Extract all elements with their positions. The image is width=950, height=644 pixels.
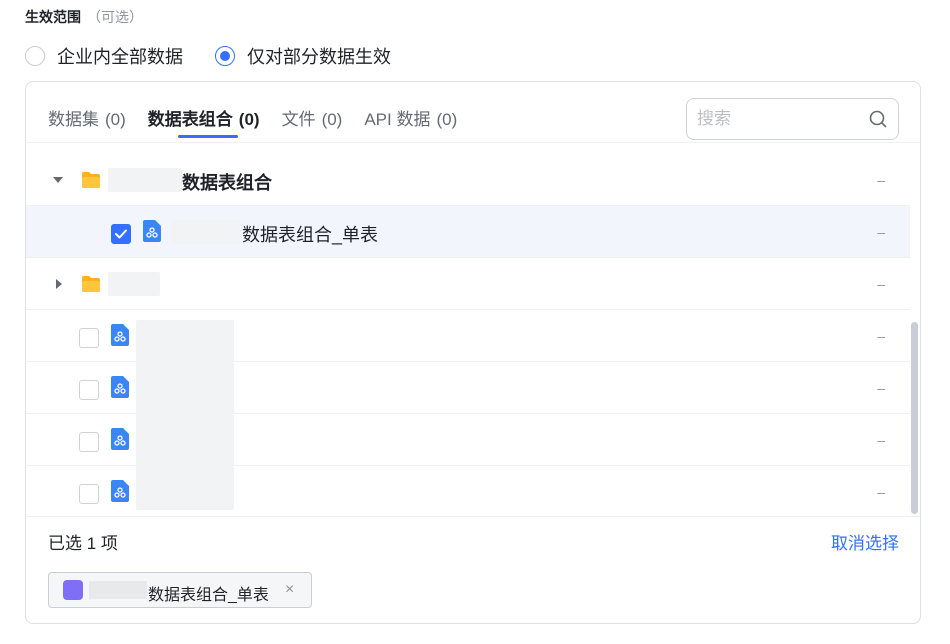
search-input[interactable] [697, 109, 868, 129]
tab-table-combos-count: (0) [238, 110, 260, 129]
table-file-icon [111, 324, 129, 346]
scope-radio-group: 企业内全部数据 仅对部分数据生效 [25, 44, 423, 68]
tab-table-combos[interactable]: 数据表组合 (0) [148, 108, 260, 144]
tree-row-table[interactable]: – [26, 362, 910, 414]
chip-label: 数据表组合_单表 [148, 587, 269, 604]
search-box[interactable] [686, 98, 899, 140]
row-empty-marker: – [877, 275, 885, 292]
redacted-name [136, 362, 234, 414]
checkmark-icon [115, 229, 127, 239]
redacted-name [171, 220, 241, 244]
folder-icon [82, 172, 100, 188]
caret-down-icon[interactable] [53, 177, 63, 183]
row-empty-marker: – [877, 223, 885, 240]
tree-row-group[interactable]: 数据表组合 – [26, 154, 910, 206]
tab-table-combos-label: 数据表组合 [147, 110, 233, 129]
row-empty-marker: – [877, 171, 885, 188]
tree-row-table[interactable]: – [26, 414, 910, 466]
tab-files[interactable]: 文件 (0) [282, 108, 343, 144]
table-file-icon [111, 428, 129, 450]
row-checkbox[interactable] [79, 380, 99, 400]
section-title-text: 生效范围 [25, 9, 81, 25]
row-checkbox[interactable] [79, 432, 99, 452]
tab-api-data-count: (0) [436, 110, 458, 129]
folder-icon [82, 276, 100, 292]
group-label: 数据表组合 [182, 173, 272, 193]
row-empty-marker: – [877, 484, 885, 500]
tree-list: 数据表组合 – 数据表组合_单表 – – – – – – [26, 154, 910, 516]
search-icon[interactable] [868, 109, 888, 129]
optional-hint: （可选） [87, 9, 143, 25]
clear-selection-button[interactable]: 取消选择 [831, 529, 899, 554]
redacted-name [136, 414, 234, 466]
tab-bar: 数据集 (0) 数据表组合 (0) 文件 (0) API 数据 (0) [48, 108, 479, 144]
row-empty-marker: – [877, 431, 885, 448]
tabs-divider [26, 142, 920, 143]
tab-api-data-label: API 数据 [364, 110, 431, 129]
tab-api-data[interactable]: API 数据 (0) [364, 108, 457, 144]
list-scrollbar[interactable] [911, 322, 918, 514]
section-title: 生效范围 （可选） [25, 7, 143, 27]
table-file-icon [111, 480, 129, 502]
tab-datasets-label: 数据集 [48, 110, 99, 129]
table-file-icon [143, 220, 161, 242]
radio-all-data-circle[interactable] [25, 46, 45, 66]
row-empty-marker: – [877, 379, 885, 396]
redacted-name [89, 581, 147, 599]
selected-count: 已选 1 项 [48, 534, 118, 553]
tree-row-table[interactable]: – [26, 466, 910, 516]
caret-right-icon[interactable] [56, 279, 62, 289]
data-selector-panel: 数据集 (0) 数据表组合 (0) 文件 (0) API 数据 (0) 数据表组合 – … [25, 81, 921, 624]
radio-partial-data-label: 仅对部分数据生效 [247, 47, 391, 67]
redacted-name [136, 466, 234, 510]
tree-row-table[interactable]: – [26, 310, 910, 362]
row-checkbox[interactable] [79, 328, 99, 348]
tree-row-folder-collapsed[interactable]: – [26, 258, 910, 310]
radio-all-data[interactable]: 企业内全部数据 [25, 43, 183, 69]
redacted-name [108, 168, 182, 192]
close-icon[interactable]: × [285, 581, 294, 599]
tree-row-table-selected[interactable]: 数据表组合_单表 – [26, 206, 910, 258]
radio-partial-data[interactable]: 仅对部分数据生效 [215, 43, 391, 69]
selected-chip: 数据表组合_单表 × [48, 572, 312, 608]
footer-divider [26, 516, 920, 517]
row-checkbox-checked[interactable] [111, 224, 131, 244]
tab-files-count: (0) [321, 110, 343, 129]
table-combo-icon [63, 580, 83, 600]
tab-datasets[interactable]: 数据集 (0) [48, 108, 126, 144]
redacted-name [136, 320, 234, 362]
row-checkbox[interactable] [79, 484, 99, 504]
tab-datasets-count: (0) [105, 110, 126, 129]
table-file-icon [111, 376, 129, 398]
radio-partial-data-circle[interactable] [215, 46, 235, 66]
radio-all-data-label: 企业内全部数据 [57, 47, 183, 67]
table-label: 数据表组合_单表 [242, 225, 379, 245]
tab-files-label: 文件 [281, 110, 316, 129]
redacted-name [108, 272, 160, 296]
row-empty-marker: – [877, 327, 885, 344]
